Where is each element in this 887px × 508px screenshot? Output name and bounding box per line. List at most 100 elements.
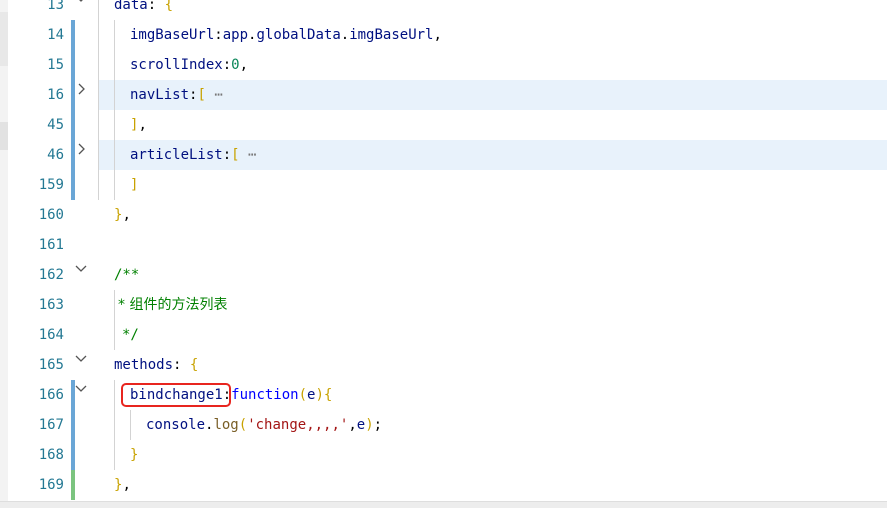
code-line[interactable]: 165 methods: { (0, 350, 887, 380)
line-number: 168 (38, 447, 64, 463)
code-line[interactable]: 169}, (0, 470, 887, 500)
diff-change-marker (71, 110, 75, 140)
token-obj: data (114, 0, 148, 13)
token-num: 0 (231, 57, 240, 73)
code-line[interactable]: 167 console.log('change,,,,',e); (0, 410, 887, 440)
token-obj: app (222, 27, 249, 43)
code-text: ] (130, 170, 138, 200)
code-text: methods: { (114, 350, 198, 380)
indent-guide (114, 380, 115, 470)
token-obj: imgBaseUrl (130, 27, 215, 43)
token-ell: ⋯ (239, 147, 257, 163)
token-obj: console (146, 417, 206, 433)
fold-chevron-down-icon[interactable] (73, 380, 89, 410)
token-obj: e (356, 417, 366, 433)
token-brace: { (164, 0, 174, 13)
diff-change-marker (71, 20, 75, 50)
code-line[interactable]: 168} (0, 440, 887, 470)
code-line[interactable]: 164 */ (0, 320, 887, 350)
token-obj: imgBaseUrl (349, 27, 434, 43)
code-text: navList:[ ⋯ (130, 80, 223, 110)
token-punc: ; (373, 417, 383, 433)
horizontal-scrollbar[interactable] (0, 501, 887, 508)
annotation-highlight-box (121, 383, 231, 407)
line-number: 14 (47, 27, 64, 43)
token-brace: ] (130, 177, 139, 193)
token-punc: , (122, 477, 131, 493)
indent-guide (114, 290, 115, 350)
code-text: articleList:[ ⋯ (130, 140, 256, 170)
code-line[interactable]: 46 articleList:[ ⋯ (0, 140, 887, 170)
diff-change-marker (71, 50, 75, 80)
code-line[interactable]: 163 * 组件的方法列表 (0, 290, 887, 320)
code-line[interactable]: 15 scrollIndex:0, (0, 50, 887, 80)
code-text: } (130, 440, 138, 470)
token-punc: , (138, 117, 147, 133)
token-punc: : (173, 357, 190, 373)
code-line[interactable]: 162 /** (0, 260, 887, 290)
diff-change-marker (71, 170, 75, 200)
code-line[interactable]: 13 data: { (0, 0, 887, 20)
code-text: */ (122, 320, 139, 350)
token-cmt: * 组件的方法列表 (118, 297, 228, 313)
token-obj: navList (130, 87, 190, 103)
code-text: console.log('change,,,,',e); (146, 410, 382, 440)
line-number: 163 (38, 297, 64, 313)
code-line[interactable]: 159] (0, 170, 887, 200)
code-line[interactable]: 160}, (0, 200, 887, 230)
fold-chevron-down-icon[interactable] (73, 0, 89, 20)
token-punc: , (239, 57, 249, 73)
fold-chevron-down-icon[interactable] (73, 350, 89, 380)
indent-guide (130, 410, 131, 440)
code-line[interactable]: 14 imgBaseUrl:app.globalData.imgBaseUrl, (0, 20, 887, 50)
token-obj: methods (114, 357, 174, 373)
line-number: 165 (38, 357, 64, 373)
token-str: 'change,,,,' (247, 417, 349, 433)
token-paren: ) (315, 387, 324, 403)
code-line[interactable]: 16 navList:[ ⋯ (0, 80, 887, 110)
token-punc: . (340, 27, 350, 43)
token-cfn: function (231, 387, 299, 403)
code-text: imgBaseUrl:app.globalData.imgBaseUrl, (130, 20, 442, 50)
code-text: data: { (114, 0, 173, 20)
token-punc: : (147, 0, 165, 13)
token-punc: : (214, 27, 223, 43)
token-obj: articleList (130, 147, 223, 163)
token-punc: , (433, 27, 442, 43)
line-number: 45 (47, 117, 64, 133)
code-text: }, (114, 470, 131, 500)
line-number: 46 (47, 147, 64, 163)
token-brace: { (189, 357, 199, 373)
token-punc: , (122, 207, 131, 223)
token-cmt: /** (114, 267, 140, 283)
token-brace: } (130, 447, 139, 463)
line-number: 15 (47, 57, 64, 73)
token-brace: { (323, 387, 333, 403)
token-punc: : (222, 147, 232, 163)
token-fn: log (213, 417, 239, 433)
line-number: 160 (38, 207, 64, 223)
line-number: 13 (47, 0, 64, 13)
line-number: 161 (38, 237, 64, 253)
code-line[interactable]: 45], (0, 110, 887, 140)
fold-chevron-right-icon[interactable] (73, 140, 89, 170)
line-number: 159 (38, 177, 64, 193)
code-text: ], (130, 110, 147, 140)
line-number: 16 (47, 87, 64, 103)
token-punc: : (222, 57, 232, 73)
line-number: 164 (38, 327, 64, 343)
fold-chevron-right-icon[interactable] (73, 80, 89, 110)
line-number: 167 (38, 417, 64, 433)
token-brace: [ (231, 147, 240, 163)
indent-guide (114, 20, 115, 200)
token-obj: scrollIndex (130, 57, 223, 73)
line-number: 162 (38, 267, 64, 283)
token-punc: , (348, 417, 357, 433)
token-brace: [ (197, 87, 206, 103)
indent-guide (98, 0, 99, 200)
token-cmt: */ (122, 327, 139, 343)
token-ell: ⋯ (205, 87, 223, 103)
code-text: * 组件的方法列表 (118, 290, 227, 320)
fold-chevron-down-icon[interactable] (73, 260, 89, 290)
code-line[interactable]: 161 (0, 230, 887, 260)
